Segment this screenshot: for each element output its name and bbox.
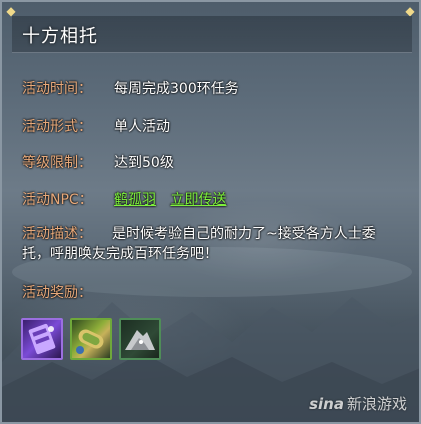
reward-item-slot[interactable] [119, 318, 161, 360]
activity-description: 活动描述： 是时候考验自己的耐力了~接受各方人士委托，呼朋唤友完成百环任务吧！ [22, 224, 402, 264]
sina-games-watermark: sina 新浪游戏 [309, 393, 407, 414]
level-limit-row: 等级限制： 达到50级 [22, 152, 174, 172]
window-title: 十方相托 [22, 26, 98, 47]
activity-description-label: 活动描述： [22, 226, 92, 242]
activity-form-value: 单人活动 [114, 119, 170, 135]
reward-item-slot[interactable] [21, 318, 63, 360]
activity-npc-label: 活动NPC： [22, 192, 93, 208]
gold-scroll-icon [76, 329, 104, 354]
activity-reward-row: 活动奖励： [22, 282, 92, 302]
sina-logo: sina [309, 395, 344, 413]
activity-panel: ◆ ◆ 十方相托 活动时间： 每周完成300环任务 活动形式： 单人活动 等级限… [0, 0, 421, 424]
level-limit-value: 达到50级 [114, 155, 174, 171]
npc-name-link[interactable]: 鹤孤羽 [114, 192, 156, 208]
activity-time-row: 活动时间： 每周完成300环任务 [22, 78, 239, 98]
purple-scroll-icon [28, 323, 56, 355]
activity-time-value: 每周完成300环任务 [114, 81, 239, 97]
teleport-link[interactable]: 立即传送 [170, 192, 226, 208]
activity-form-label: 活动形式： [22, 119, 92, 135]
npc-links: 鹤孤羽 立即传送 [114, 189, 226, 209]
reward-item-slot[interactable] [70, 318, 112, 360]
silver-ore-icon [125, 330, 155, 350]
activity-time-label: 活动时间： [22, 81, 92, 97]
watermark-text: 新浪游戏 [346, 395, 407, 413]
activity-npc-row: 活动NPC： 鹤孤羽 立即传送 [22, 189, 226, 209]
activity-reward-label: 活动奖励： [22, 285, 92, 301]
activity-form-row: 活动形式： 单人活动 [22, 116, 170, 136]
level-limit-label: 等级限制： [22, 155, 92, 171]
title-bar: 十方相托 [12, 16, 412, 53]
